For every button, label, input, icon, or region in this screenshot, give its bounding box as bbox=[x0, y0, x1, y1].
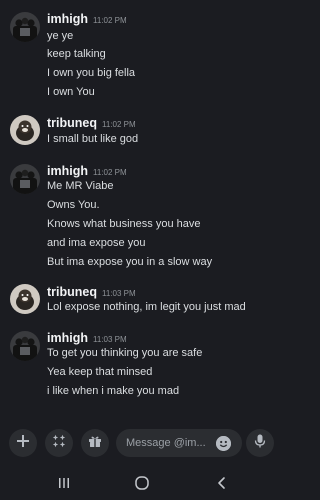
emoji-icon bbox=[216, 436, 231, 455]
message-text: and ima expose you bbox=[47, 237, 146, 249]
username[interactable]: imhigh bbox=[47, 12, 88, 26]
gift-icon bbox=[88, 434, 102, 453]
back-icon bbox=[215, 476, 229, 495]
emoji-button[interactable] bbox=[216, 436, 231, 451]
username[interactable]: imhigh bbox=[47, 331, 88, 345]
avatar[interactable] bbox=[10, 284, 40, 314]
username[interactable]: imhigh bbox=[47, 164, 88, 178]
home-icon bbox=[134, 475, 150, 496]
message-meta: imhigh 11:02 PM bbox=[47, 12, 127, 28]
avatar[interactable] bbox=[10, 12, 40, 42]
message-text: I small but like god bbox=[47, 133, 139, 145]
message-text: keep talking bbox=[47, 48, 106, 60]
message-list[interactable]: imhigh 11:02 PM ye ye keep talking I own… bbox=[0, 0, 283, 420]
timestamp: 11:02 PM bbox=[92, 168, 127, 177]
message-text: To get you thinking you are safe bbox=[47, 347, 203, 359]
avatar[interactable] bbox=[10, 115, 40, 145]
message-text: I own you big fella bbox=[47, 67, 136, 79]
message-text: i like when i make you mad bbox=[47, 385, 180, 397]
plus-icon bbox=[16, 434, 30, 453]
attach-button[interactable] bbox=[9, 429, 37, 457]
username[interactable]: tribuneq bbox=[47, 116, 97, 130]
gift-button[interactable] bbox=[81, 429, 109, 457]
message-text: Yea keep that minsed bbox=[47, 366, 153, 378]
recents-icon bbox=[57, 476, 71, 495]
timestamp: 11:02 PM bbox=[92, 16, 127, 25]
message-text: Lol expose nothing, im legit you just ma… bbox=[47, 301, 246, 313]
avatar[interactable] bbox=[10, 331, 40, 361]
message-text: But ima expose you in a slow way bbox=[47, 256, 213, 268]
avatar[interactable] bbox=[10, 164, 40, 194]
message-meta: imhigh 11:02 PM bbox=[47, 164, 127, 180]
dm-screen: imhigh 11:02 PM ye ye keep talking I own… bbox=[0, 0, 283, 500]
microphone-icon bbox=[253, 434, 267, 453]
message-meta: imhigh 11:03 PM bbox=[47, 331, 127, 347]
message-text: Me MR Viabe bbox=[47, 180, 114, 192]
message-text: Knows what business you have bbox=[47, 218, 201, 230]
apps-button[interactable] bbox=[45, 429, 73, 457]
voice-message-button[interactable] bbox=[246, 429, 274, 457]
system-navigation-bar bbox=[0, 470, 283, 500]
message-text: Owns You. bbox=[47, 199, 100, 211]
home-button[interactable] bbox=[130, 473, 154, 497]
recents-button[interactable] bbox=[52, 473, 76, 497]
message-meta: tribuneq 11:03 PM bbox=[47, 285, 136, 301]
timestamp: 11:02 PM bbox=[102, 120, 136, 129]
message-composer bbox=[0, 427, 283, 463]
message-text: ye ye bbox=[47, 30, 74, 42]
message-text: I own You bbox=[47, 86, 95, 98]
timestamp: 11:03 PM bbox=[92, 335, 127, 344]
back-button[interactable] bbox=[210, 473, 234, 497]
username[interactable]: tribuneq bbox=[47, 285, 97, 299]
message-meta: tribuneq 11:02 PM bbox=[47, 116, 136, 132]
timestamp: 11:03 PM bbox=[102, 289, 136, 298]
apps-icon bbox=[52, 434, 66, 453]
